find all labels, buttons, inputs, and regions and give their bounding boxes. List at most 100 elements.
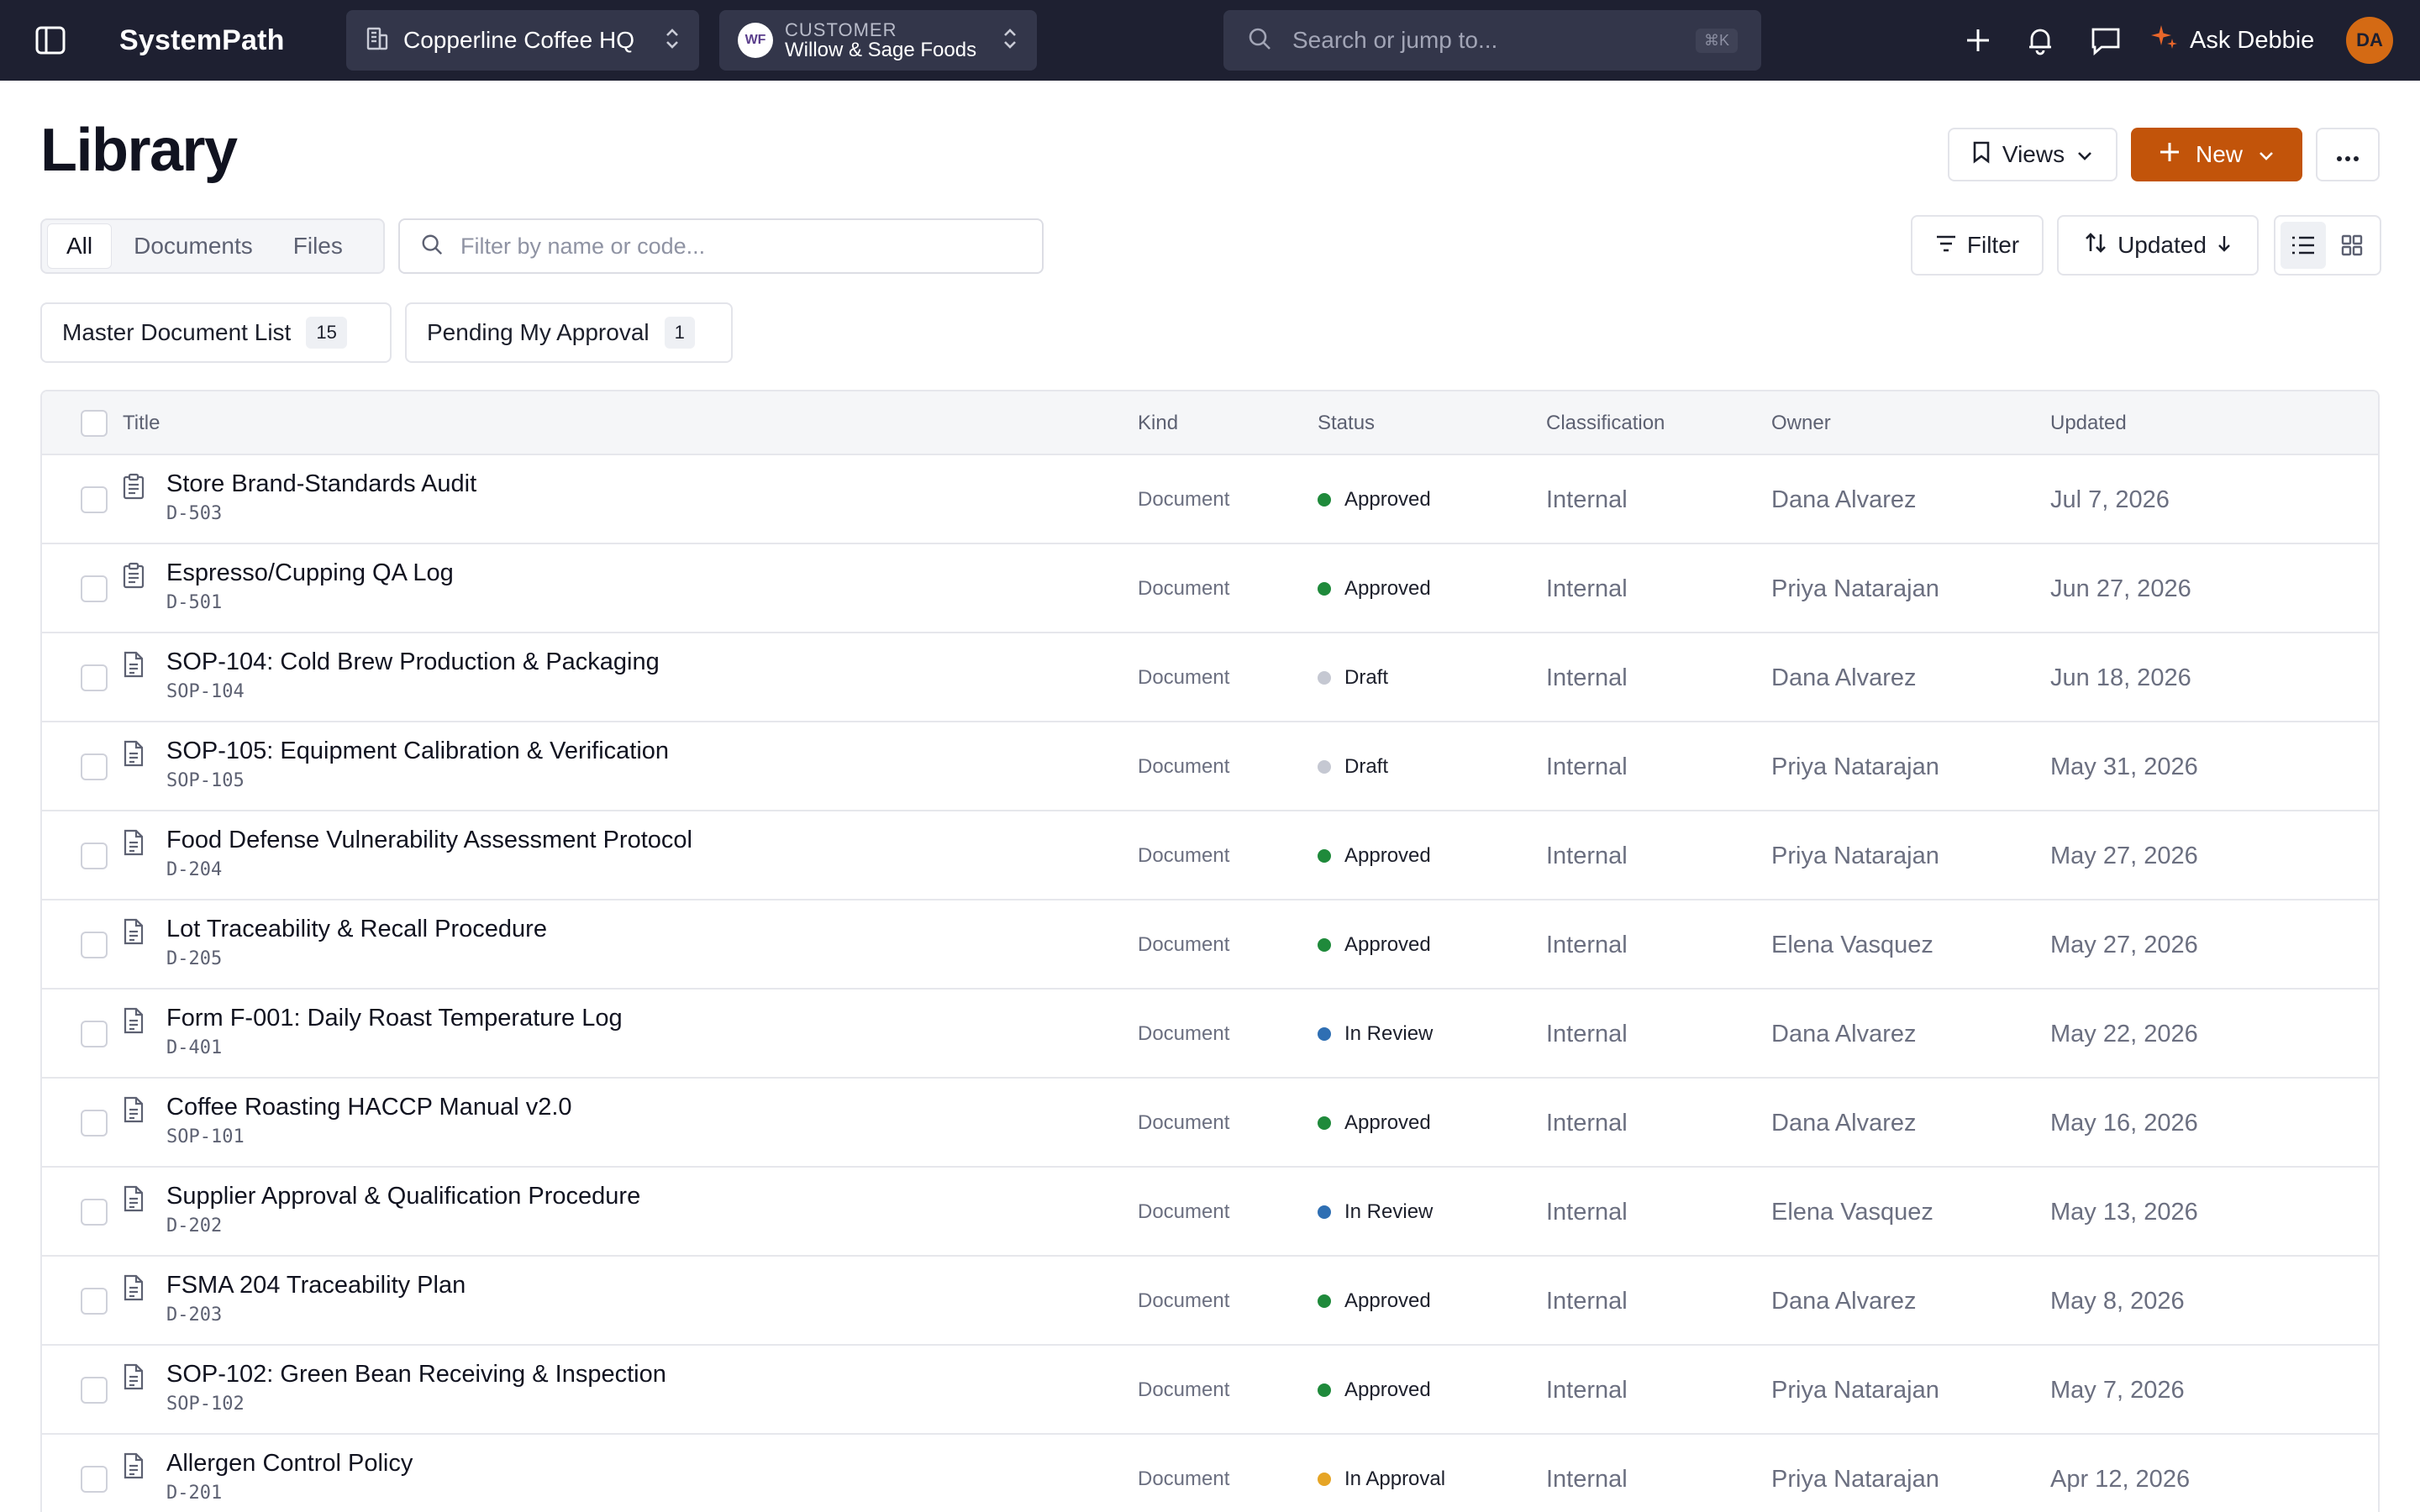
row-checkbox[interactable] [81,1288,108,1315]
filter-input[interactable]: Filter by name or code... [398,218,1044,274]
row-checkbox[interactable] [81,1199,108,1226]
list-view-icon[interactable] [2281,222,2326,269]
sort-button[interactable]: Updated [2057,215,2259,276]
column-header-updated[interactable]: Updated [2050,391,2127,455]
column-header-owner[interactable]: Owner [1771,391,1831,455]
global-search[interactable]: Search or jump to... ⌘K [1223,10,1761,71]
status-badge: Approved [1318,544,1431,633]
table-row[interactable]: Coffee Roasting HACCP Manual v2.0 SOP-101… [42,1079,2378,1168]
document-code: D-401 [166,1037,223,1058]
sparkle-icon [2151,24,2178,57]
tab-documents[interactable]: Documents [115,223,271,269]
table-row[interactable]: SOP-104: Cold Brew Production & Packagin… [42,633,2378,722]
saved-view-pending-approval[interactable]: Pending My Approval 1 [405,302,733,363]
tab-all[interactable]: All [47,223,113,269]
owner: Elena Vasquez [1771,1198,1933,1226]
document-title[interactable]: Espresso/Cupping QA Log [166,559,454,587]
status-dot [1318,1383,1331,1397]
new-button[interactable]: New [2131,128,2302,181]
updated-date: May 22, 2026 [2050,1020,2198,1047]
document-title[interactable]: Food Defense Vulnerability Assessment Pr… [166,827,692,854]
updated-date: Jun 18, 2026 [2050,664,2191,691]
chat-icon[interactable] [2087,22,2124,59]
document-kind: Document [1138,755,1230,778]
document-title[interactable]: FSMA 204 Traceability Plan [166,1272,466,1299]
saved-view-count: 1 [664,317,695,349]
tab-files[interactable]: Files [275,223,361,269]
brand-name[interactable]: SystemPath [119,20,285,60]
workspace-switcher[interactable]: Copperline Coffee HQ [346,10,699,71]
table-row[interactable]: SOP-105: Equipment Calibration & Verific… [42,722,2378,811]
status-badge: In Approval [1318,1435,1445,1512]
row-checkbox[interactable] [81,1021,108,1047]
saved-view-master-list[interactable]: Master Document List 15 [40,302,392,363]
status-dot [1318,493,1331,507]
row-checkbox[interactable] [81,753,108,780]
document-title[interactable]: Lot Traceability & Recall Procedure [166,916,547,943]
bookmark-icon [1972,140,1991,170]
search-shortcut: ⌘K [1695,28,1738,53]
classification: Internal [1546,1465,1628,1493]
updated-date: May 27, 2026 [2050,931,2198,958]
updated-date: May 13, 2026 [2050,1198,2198,1226]
table-row[interactable]: Allergen Control Policy D-201 Document In A… [42,1435,2378,1512]
plus-icon[interactable] [1960,22,1996,59]
column-header-title[interactable]: Title [123,391,160,455]
row-checkbox[interactable] [81,932,108,958]
column-header-kind[interactable]: Kind [1138,391,1178,455]
document-title[interactable]: SOP-104: Cold Brew Production & Packagin… [166,648,660,676]
owner: Dana Alvarez [1771,1109,1917,1137]
table-row[interactable]: Food Defense Vulnerability Assessment Pr… [42,811,2378,900]
ellipsis-icon [2336,141,2360,168]
clipboard-icon [123,561,145,590]
document-title[interactable]: Form F-001: Daily Roast Temperature Log [166,1005,623,1032]
row-checkbox[interactable] [81,486,108,513]
table-row[interactable]: Supplier Approval & Qualification Proced… [42,1168,2378,1257]
document-title[interactable]: Supplier Approval & Qualification Proced… [166,1183,640,1210]
column-header-classification[interactable]: Classification [1546,391,1665,455]
table-row[interactable]: Store Brand-Standards Audit D-503 Document… [42,455,2378,544]
bell-icon[interactable] [2022,22,2059,59]
row-checkbox[interactable] [81,1377,108,1404]
row-checkbox[interactable] [81,575,108,602]
sidebar-toggle-icon[interactable] [32,24,69,57]
status-badge: Approved [1318,1346,1431,1435]
row-checkbox[interactable] [81,1466,108,1493]
views-button[interactable]: Views [1948,128,2118,181]
status-label: In Review [1344,1022,1434,1045]
document-title[interactable]: SOP-102: Green Bean Receiving & Inspecti… [166,1361,666,1389]
customer-name: Willow & Sage Foods [785,38,977,61]
document-title[interactable]: SOP-105: Equipment Calibration & Verific… [166,738,669,765]
row-checkbox[interactable] [81,843,108,869]
document-icon [123,650,145,679]
grid-view-icon[interactable] [2329,222,2375,269]
classification: Internal [1546,1287,1628,1315]
table-row[interactable]: Espresso/Cupping QA Log D-501 Document Appr… [42,544,2378,633]
page-title: Library [40,117,238,184]
document-title[interactable]: Store Brand-Standards Audit [166,470,476,498]
row-checkbox[interactable] [81,1110,108,1137]
select-all-checkbox[interactable] [81,410,108,437]
table-row[interactable]: FSMA 204 Traceability Plan D-203 Document A… [42,1257,2378,1346]
column-header-status[interactable]: Status [1318,391,1375,455]
user-avatar[interactable]: DA [2346,17,2393,64]
table-row[interactable]: SOP-102: Green Bean Receiving & Inspecti… [42,1346,2378,1435]
status-label: Draft [1344,666,1389,689]
table-row[interactable]: Lot Traceability & Recall Procedure D-205… [42,900,2378,990]
workspace-name: Copperline Coffee HQ [403,27,634,53]
document-title[interactable]: Allergen Control Policy [166,1450,413,1478]
status-badge: Draft [1318,633,1388,722]
status-badge: In Review [1318,990,1433,1079]
owner: Dana Alvarez [1771,664,1917,691]
more-options-button[interactable] [2316,128,2380,181]
status-dot [1318,582,1331,596]
document-icon [123,1362,145,1391]
document-title[interactable]: Coffee Roasting HACCP Manual v2.0 [166,1094,572,1121]
customer-switcher[interactable]: WF CUSTOMER Willow & Sage Foods [719,10,1037,71]
document-kind: Document [1138,844,1230,867]
filter-button[interactable]: Filter [1911,215,2044,276]
ask-assistant-button[interactable]: Ask Debbie [2151,20,2314,60]
table-row[interactable]: Form F-001: Daily Roast Temperature Log D… [42,990,2378,1079]
row-checkbox[interactable] [81,664,108,691]
document-icon [123,1095,145,1124]
